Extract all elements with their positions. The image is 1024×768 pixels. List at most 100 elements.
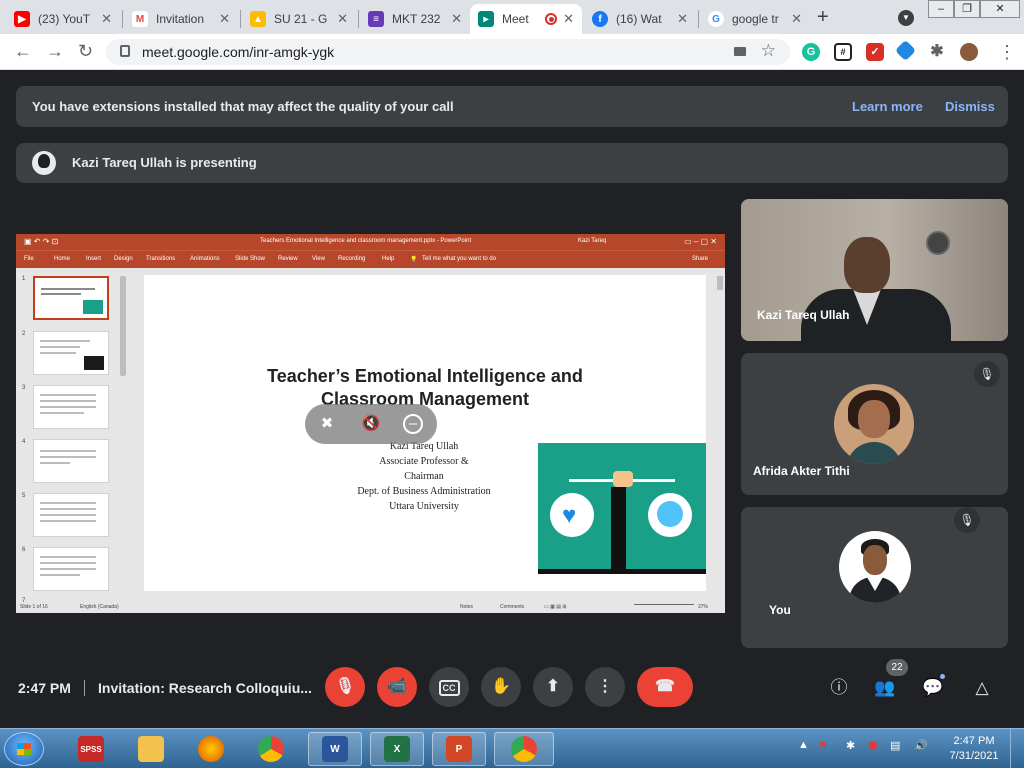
slide-thumbnail[interactable] <box>33 493 109 537</box>
mute-presentation-audio-icon[interactable]: 🔇 <box>359 412 383 436</box>
camera-in-use-icon[interactable] <box>734 47 746 56</box>
system-clock[interactable]: 2:47 PM 7/31/2021 <box>944 734 1004 764</box>
camera-toggle-button[interactable]: 📹 <box>377 667 417 707</box>
ribbon-tab-animations[interactable]: Animations <box>190 256 220 262</box>
tab-gmail[interactable]: M Invitation ✕ <box>124 4 238 34</box>
ribbon-tab-recording[interactable]: Recording <box>338 256 365 262</box>
powerpoint-window-controls-icon[interactable]: ▭ – ▢ ✕ <box>684 237 717 246</box>
dismiss-button[interactable]: Dismiss <box>945 99 995 114</box>
meeting-details-info-icon[interactable]: ⓘ <box>827 676 851 700</box>
ribbon-tab-review[interactable]: Review <box>278 256 298 262</box>
tab-facebook[interactable]: f (16) Wat ✕ <box>584 4 696 34</box>
slide-thumbnail[interactable] <box>33 439 109 483</box>
slide-thumbnail[interactable] <box>33 331 109 375</box>
participant-tile-you[interactable]: 🎙 You <box>741 507 1008 648</box>
taskbar-excel[interactable]: X <box>370 732 424 766</box>
ribbon-tab-home[interactable]: Home <box>54 256 70 262</box>
thumbnail-scrollbar[interactable] <box>120 276 126 376</box>
tray-expand-icon[interactable]: ▲ <box>798 739 809 751</box>
leave-call-button[interactable]: ☎ <box>637 667 693 707</box>
participant-tile-afrida[interactable]: 🎙 Afrida Akter Tithi <box>741 353 1008 495</box>
tab-youtube[interactable]: ▶ (23) YouT ✕ <box>6 4 120 34</box>
slide-line-university: Uttara University <box>389 501 459 512</box>
ribbon-tab-insert[interactable]: Insert <box>86 256 101 262</box>
diamond-extension-icon[interactable] <box>894 39 917 62</box>
taskbar-firefox[interactable] <box>184 732 238 766</box>
close-icon[interactable]: ✕ <box>677 11 688 27</box>
taskbar-word[interactable]: W <box>308 732 362 766</box>
tray-volume-icon[interactable]: 🔊 <box>914 739 928 752</box>
shield-extension-icon[interactable]: ✓ <box>866 43 884 61</box>
tray-security-icon[interactable]: ⬢ <box>868 739 878 752</box>
taskbar-chrome-active[interactable] <box>494 732 554 766</box>
profile-avatar[interactable] <box>960 43 978 61</box>
slide-thumbnail[interactable] <box>33 547 109 591</box>
close-icon[interactable]: ✕ <box>101 11 112 27</box>
ribbon-tab-help[interactable]: Help <box>382 256 394 262</box>
tab-google-forms[interactable]: ≡ MKT 232 ✕ <box>360 4 470 34</box>
notes-button[interactable]: Notes <box>460 604 473 610</box>
back-arrow-icon[interactable]: ← <box>14 41 32 62</box>
close-window-icon[interactable]: ✕ <box>980 0 1020 18</box>
slide-scrollbar[interactable] <box>717 276 723 290</box>
activities-icon[interactable]: △ <box>970 676 994 700</box>
chat-icon[interactable]: 💬 <box>921 676 945 700</box>
people-icon[interactable]: 👥 <box>873 676 897 700</box>
minimize-icon[interactable]: – <box>928 0 954 18</box>
view-buttons-icon[interactable]: ▭ ▦ ▤ ⊞ <box>544 604 567 610</box>
taskbar-spss[interactable]: SPSS <box>64 732 118 766</box>
remove-icon[interactable]: – <box>403 414 423 434</box>
tab-search-chevron-icon[interactable]: ▼ <box>898 10 914 26</box>
ribbon-tab-slide-show[interactable]: Slide Show <box>235 256 265 262</box>
tray-flag-icon[interactable]: ⚑ <box>818 739 828 752</box>
lightbulb-icon: 💡 <box>410 257 418 263</box>
grammarly-icon[interactable]: G <box>802 43 820 61</box>
thumb-number: 6 <box>22 547 26 553</box>
quick-access-icons[interactable]: ▣ ↶ ↷ ⊡ <box>24 237 58 246</box>
puzzle-extensions-icon[interactable]: ✱ <box>928 43 946 61</box>
captions-button[interactable]: CC <box>429 667 469 707</box>
close-icon[interactable]: ✕ <box>337 11 348 27</box>
present-now-button[interactable]: ⬆ <box>533 667 573 707</box>
ribbon-tab-design[interactable]: Design <box>114 256 133 262</box>
close-icon[interactable]: ✕ <box>219 11 230 27</box>
show-desktop-button[interactable] <box>1010 729 1024 768</box>
close-icon[interactable]: ✕ <box>563 11 574 27</box>
participant-tile-presenter[interactable]: Kazi Tareq Ullah <box>741 199 1008 341</box>
url-text[interactable]: meet.google.com/inr-amgk-ygk <box>142 44 334 60</box>
close-icon[interactable]: ✕ <box>451 11 462 27</box>
slide-thumbnail[interactable] <box>33 385 109 429</box>
zoom-slider[interactable] <box>634 604 694 605</box>
tray-bluetooth-icon[interactable]: ✱ <box>846 739 855 752</box>
tab-google-drive[interactable]: ▲ SU 21 - G ✕ <box>242 4 356 34</box>
tab-google-meet[interactable]: ▸ Meet ✕ <box>470 4 582 34</box>
slide-thumbnail[interactable] <box>33 276 109 320</box>
ribbon-tab-transitions[interactable]: Transitions <box>146 256 175 262</box>
tab-google-search[interactable]: G google tr ✕ <box>700 4 810 34</box>
learn-more-link[interactable]: Learn more <box>852 99 923 114</box>
tell-me-search[interactable]: Tell me what you want to do <box>422 256 496 262</box>
bookmark-star-icon[interactable]: ☆ <box>761 41 776 61</box>
more-options-button[interactable]: ⋮ <box>585 667 625 707</box>
mic-toggle-button[interactable]: 🎙 <box>325 667 365 707</box>
meeting-title[interactable]: Invitation: Research Colloquiu... <box>98 680 312 696</box>
taskbar-file-explorer[interactable] <box>124 732 178 766</box>
ribbon-tab-file[interactable]: File <box>24 256 34 262</box>
taskbar-powerpoint[interactable]: P <box>432 732 486 766</box>
grid-extension-icon[interactable]: # <box>834 43 852 61</box>
taskbar-chrome[interactable] <box>244 732 298 766</box>
raise-hand-button[interactable]: ✋ <box>481 667 521 707</box>
forward-arrow-icon[interactable]: → <box>46 41 64 62</box>
browser-menu-icon[interactable]: ⋮ <box>998 42 1016 63</box>
comments-button[interactable]: Comments <box>500 604 524 610</box>
address-bar[interactable]: meet.google.com/inr-amgk-ygk ☆ <box>106 39 790 65</box>
pin-off-icon[interactable]: ✖ <box>315 412 339 436</box>
close-icon[interactable]: ✕ <box>791 11 802 27</box>
new-tab-plus-icon[interactable]: + <box>817 6 829 29</box>
tray-network-icon[interactable]: ▤ <box>890 739 900 752</box>
restore-icon[interactable]: ❐ <box>954 0 980 18</box>
share-button[interactable]: Share <box>692 256 708 262</box>
reload-icon[interactable]: ↻ <box>78 41 93 62</box>
windows-start-button[interactable] <box>4 732 44 766</box>
ribbon-tab-view[interactable]: View <box>312 256 325 262</box>
